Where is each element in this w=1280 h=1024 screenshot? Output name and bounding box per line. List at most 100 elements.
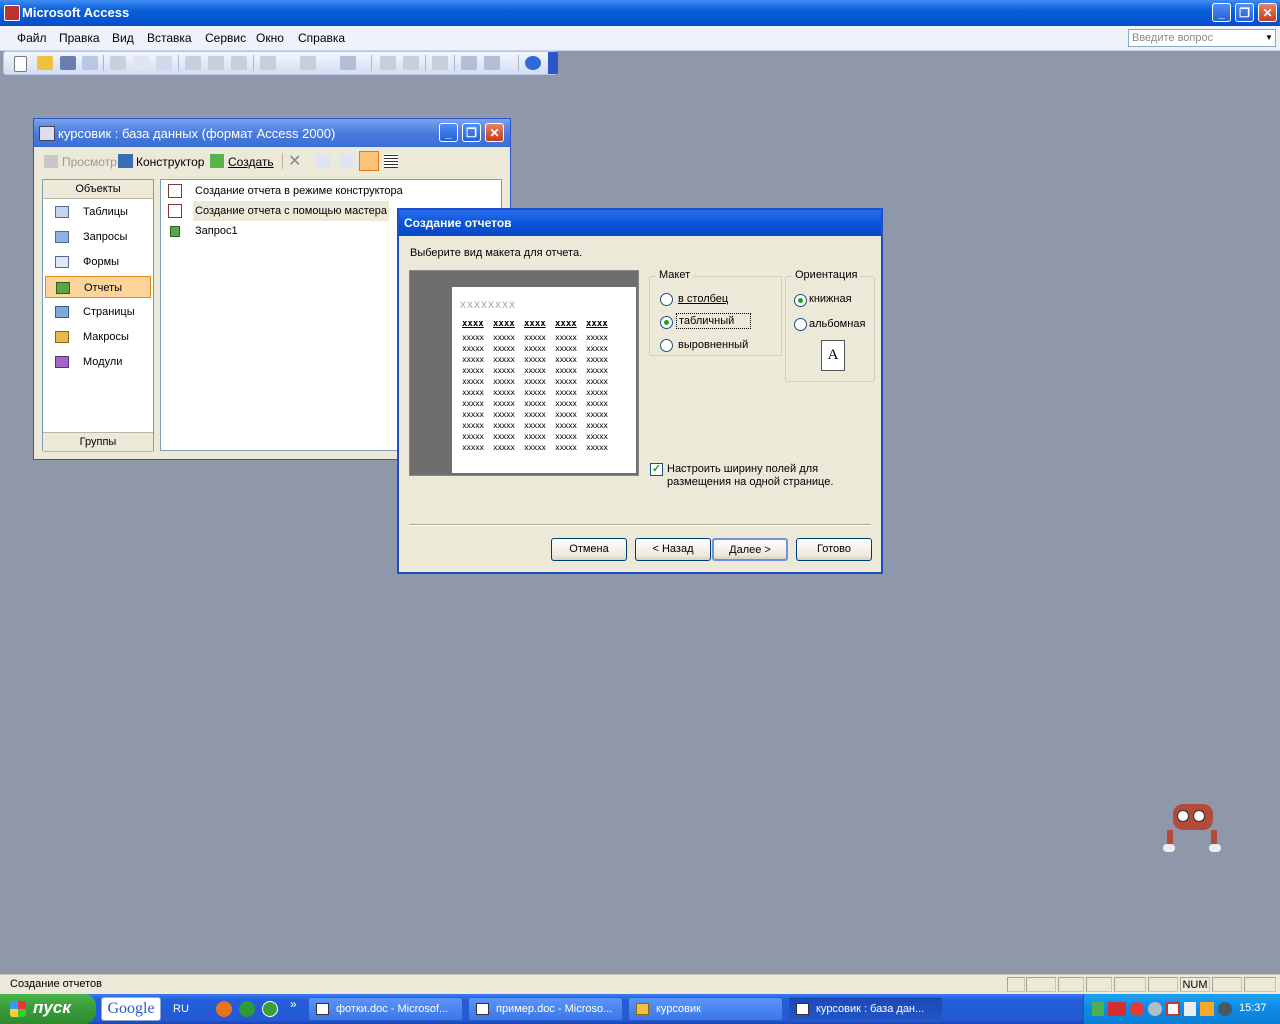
object-reports[interactable]: Отчеты (45, 276, 151, 298)
google-toolbar[interactable]: Google (101, 997, 161, 1021)
module-icon (55, 356, 69, 368)
layout-justified-label[interactable]: выровненный (678, 339, 748, 351)
quicklaunch-chevron-icon[interactable]: » (290, 997, 297, 1011)
minimize-button[interactable]: _ (1212, 3, 1231, 22)
next-button[interactable]: Далее > (712, 538, 788, 561)
menu-window[interactable]: Окно (256, 31, 284, 45)
fit-width-label-line1[interactable]: Настроить ширину полей для (667, 463, 818, 475)
list-item-label: Создание отчета в режиме конструктора (195, 185, 403, 197)
groups-header[interactable]: Группы (43, 432, 153, 452)
layout-group: Макет в столбец табличный выровненный (649, 269, 782, 356)
preview-cell: xxxxx (493, 366, 515, 375)
num-lock-indicator: NUM (1180, 977, 1210, 992)
tray-app-icon[interactable] (1092, 1002, 1104, 1016)
fit-width-label-line2[interactable]: размещения на одной странице. (667, 476, 833, 488)
preview-cell: xxxxx (586, 366, 608, 375)
create-button[interactable]: Создать (228, 155, 274, 169)
paste-icon[interactable] (231, 56, 247, 70)
code-icon[interactable] (484, 56, 500, 70)
tray-app-icon[interactable] (1200, 1002, 1214, 1016)
object-queries[interactable]: Запросы (45, 226, 151, 248)
undo-icon[interactable] (260, 56, 276, 70)
db-maximize-button[interactable]: ❐ (462, 123, 481, 142)
object-pages[interactable]: Страницы (45, 301, 151, 323)
analyze-icon[interactable] (340, 56, 356, 70)
orientation-portrait-label[interactable]: книжная (809, 293, 852, 305)
taskbar-button[interactable]: курсовик (628, 997, 783, 1021)
finish-button[interactable]: Готово (796, 538, 872, 561)
layout-tabular-radio[interactable] (660, 316, 673, 329)
layout-columnar-radio[interactable] (660, 293, 673, 306)
back-button[interactable]: < Назад (635, 538, 711, 561)
delete-icon[interactable]: ✕ (288, 151, 301, 171)
menu-view[interactable]: Вид (112, 31, 134, 45)
menu-insert[interactable]: Вставка (147, 31, 192, 45)
menu-tools[interactable]: Сервис (205, 31, 246, 45)
spelling-icon[interactable] (156, 56, 172, 70)
copy-icon[interactable] (208, 56, 224, 70)
ati-icon[interactable] (1108, 1002, 1126, 1016)
layout-justified-radio[interactable] (660, 339, 673, 352)
db-minimize-button[interactable]: _ (439, 123, 458, 142)
preview-cell: xxxxx (462, 344, 484, 353)
cut-icon[interactable] (185, 56, 201, 70)
objects-header[interactable]: Объекты (43, 180, 153, 199)
object-tables[interactable]: Таблицы (45, 201, 151, 223)
file-search-icon[interactable] (82, 56, 98, 70)
chrome-icon[interactable] (239, 1001, 255, 1017)
ask-question-input[interactable]: Введите вопрос ▼ (1128, 29, 1276, 47)
layout-columnar-label[interactable]: в столбец (678, 293, 728, 305)
new-document-icon[interactable] (14, 56, 27, 72)
open-folder-icon[interactable] (37, 56, 53, 70)
new-object-icon[interactable] (461, 56, 477, 70)
tray-app-icon[interactable] (1218, 1002, 1232, 1016)
object-forms[interactable]: Формы (45, 251, 151, 273)
layout-tabular-label[interactable]: табличный (676, 313, 752, 329)
db-close-button[interactable]: ✕ (485, 123, 504, 142)
menu-bar: Файл Правка Вид Вставка Сервис Окно Спра… (0, 26, 1280, 51)
tray-app-icon[interactable] (1166, 1002, 1180, 1016)
menu-help[interactable]: Справка (298, 31, 345, 45)
close-button[interactable]: ✕ (1258, 3, 1277, 22)
antivirus-icon[interactable] (1130, 1002, 1144, 1016)
orientation-landscape-label[interactable]: альбомная (809, 318, 865, 330)
orientation-landscape-radio[interactable] (794, 318, 807, 331)
object-forms-label: Формы (83, 256, 120, 268)
orientation-portrait-radio[interactable] (794, 294, 807, 307)
preview-button[interactable]: Просмотр (62, 155, 117, 169)
properties-icon[interactable] (432, 56, 448, 70)
cancel-button[interactable]: Отмена (551, 538, 627, 561)
taskbar-button[interactable]: пример.doc - Microso... (468, 997, 623, 1021)
start-button[interactable]: пуск (0, 994, 96, 1024)
small-icons-icon[interactable] (339, 154, 353, 168)
print-preview-icon[interactable] (133, 56, 149, 70)
object-macros[interactable]: Макросы (45, 326, 151, 348)
help-icon[interactable] (525, 56, 541, 70)
list-view-icon[interactable] (359, 151, 379, 171)
menu-file[interactable]: Файл (17, 31, 47, 45)
volume-icon[interactable] (1184, 1002, 1196, 1016)
relationships-icon[interactable] (403, 56, 419, 70)
save-icon[interactable] (60, 56, 76, 70)
utorrent-icon[interactable] (262, 1001, 278, 1017)
orientation-group-label: Ориентация (792, 269, 861, 281)
design-button[interactable]: Конструктор (136, 155, 204, 169)
taskbar-button-active[interactable]: курсовик : база дан... (788, 997, 943, 1021)
toolbar-options-icon[interactable] (548, 52, 558, 74)
fit-width-checkbox[interactable]: ✓ (650, 463, 663, 476)
windows-logo-icon (10, 1001, 26, 1017)
office-assistant[interactable] (1163, 800, 1225, 856)
office-links-icon[interactable] (300, 56, 316, 70)
print-icon[interactable] (110, 56, 126, 70)
taskbar-button[interactable]: фотки.doc - Microsof... (308, 997, 463, 1021)
tray-app-icon[interactable] (1148, 1002, 1162, 1016)
details-view-icon[interactable] (384, 154, 398, 168)
language-indicator[interactable]: RU (173, 1003, 189, 1015)
object-modules[interactable]: Модули (45, 351, 151, 373)
restore-button[interactable]: ❐ (1235, 3, 1254, 22)
menu-edit[interactable]: Правка (59, 31, 100, 45)
firefox-icon[interactable] (216, 1001, 232, 1017)
large-icons-icon[interactable] (316, 154, 330, 168)
script-icon[interactable] (380, 56, 396, 70)
chevron-down-icon[interactable]: ▼ (1263, 30, 1275, 46)
